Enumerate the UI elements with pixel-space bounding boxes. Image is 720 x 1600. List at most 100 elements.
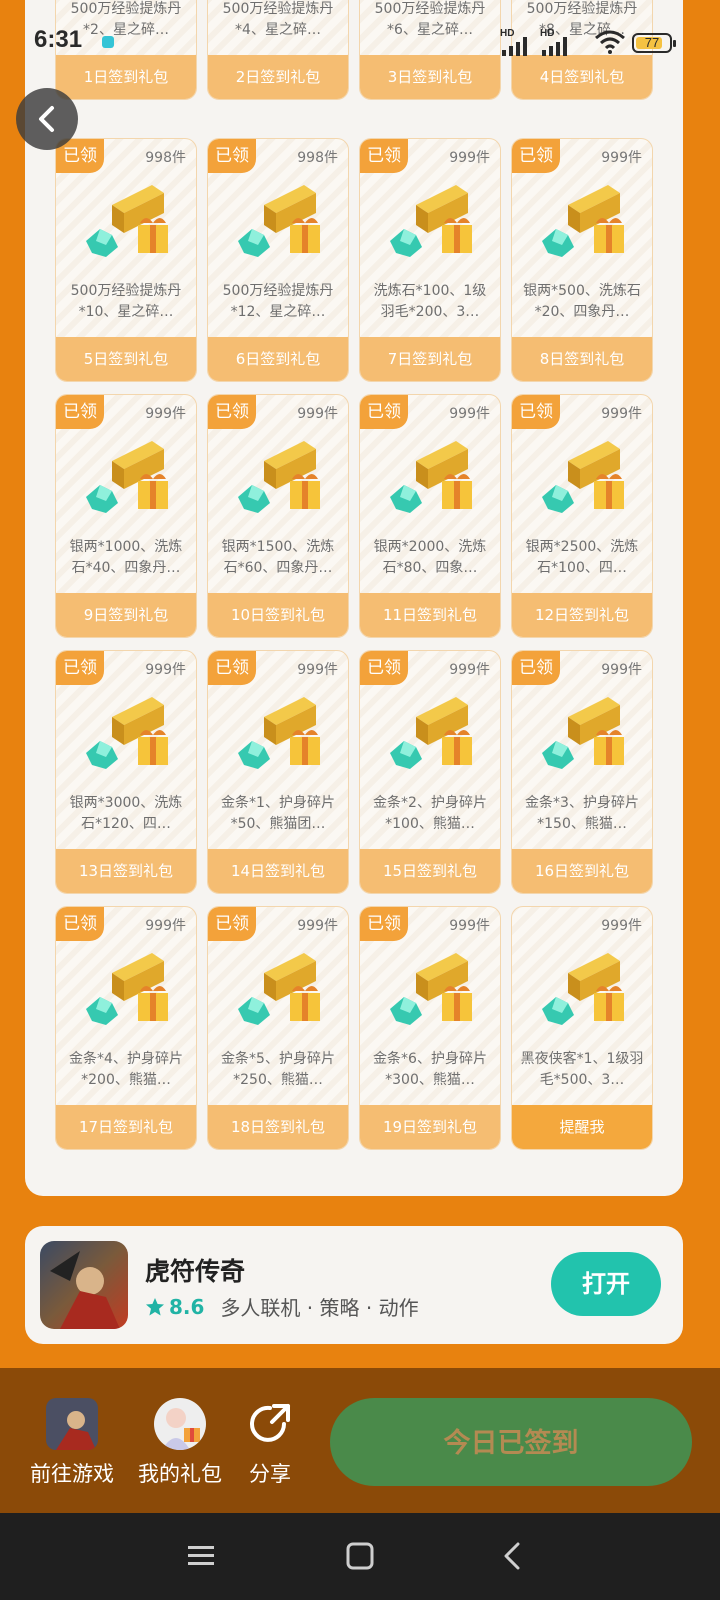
claimed-badge: 已领 xyxy=(360,139,408,173)
gift-description: 银两*500、洗炼石*20、四象丹… xyxy=(523,283,641,320)
stock-count: 999件 xyxy=(449,150,490,166)
gift-card-day-20[interactable]: 999件 黑夜侠客*1、1级羽毛*500、3… 提醒我 xyxy=(511,906,653,1150)
gift-art-icon xyxy=(78,951,178,1035)
stock-count: 998件 xyxy=(297,150,338,166)
share-icon xyxy=(244,1398,296,1450)
gift-art-icon xyxy=(78,695,178,779)
gift-description: 金条*6、护身碎片*300、熊猫… xyxy=(373,1051,487,1088)
gift-card-day-5[interactable]: 已领 998件 500万经验提炼丹*10、星之碎… 5日签到礼包 xyxy=(55,138,197,382)
game-info-card: 虎符传奇 8.6 多人联机 · 策略 · 动作 打开 xyxy=(25,1226,683,1344)
gift-description: 金条*2、护身碎片*100、熊猫… xyxy=(373,795,487,832)
bottom-action-bar: 前往游戏 我的礼包 分享 今日已签到 xyxy=(0,1368,720,1513)
stock-count: 999件 xyxy=(601,150,642,166)
gift-footer-label: 12日签到礼包 xyxy=(512,593,652,637)
gift-art-icon xyxy=(534,439,634,523)
gift-card-day-9[interactable]: 已领 999件 银两*1000、洗炼石*40、四象丹… 9日签到礼包 xyxy=(55,394,197,638)
stock-count: 999件 xyxy=(297,662,338,678)
gift-footer-label: 10日签到礼包 xyxy=(208,593,348,637)
gift-art-icon xyxy=(230,951,330,1035)
my-gifts-label: 我的礼包 xyxy=(138,1462,222,1486)
stock-count: 999件 xyxy=(601,406,642,422)
gift-art-icon xyxy=(230,439,330,523)
gift-card-day-6[interactable]: 已领 998件 500万经验提炼丹*12、星之碎… 6日签到礼包 xyxy=(207,138,349,382)
gift-description: 银两*2000、洗炼石*80、四象… xyxy=(373,539,487,576)
gift-card-day-16[interactable]: 已领 999件 金条*3、护身碎片*150、熊猫… 16日签到礼包 xyxy=(511,650,653,894)
gift-footer-label: 5日签到礼包 xyxy=(56,337,196,381)
home-icon[interactable] xyxy=(345,1541,375,1571)
gift-card-day-19[interactable]: 已领 999件 金条*6、护身碎片*300、熊猫… 19日签到礼包 xyxy=(359,906,501,1150)
gift-footer-label: 8日签到礼包 xyxy=(512,337,652,381)
gift-art-icon xyxy=(382,439,482,523)
claimed-badge: 已领 xyxy=(208,139,256,173)
menu-icon[interactable] xyxy=(186,1541,216,1571)
battery-level: 77 xyxy=(644,35,660,50)
gift-card-day-11[interactable]: 已领 999件 银两*2000、洗炼石*80、四象… 11日签到礼包 xyxy=(359,394,501,638)
gift-description: 金条*5、护身碎片*250、熊猫… xyxy=(221,1051,335,1088)
gift-card-day-10[interactable]: 已领 999件 银两*1500、洗炼石*60、四象丹… 10日签到礼包 xyxy=(207,394,349,638)
stock-count: 998件 xyxy=(145,150,186,166)
my-gifts-button[interactable]: 我的礼包 xyxy=(136,1398,224,1488)
game-thumb-icon xyxy=(46,1398,98,1450)
stock-count: 999件 xyxy=(297,918,338,934)
game-tags: 多人联机 · 策略 · 动作 xyxy=(220,1296,419,1320)
system-nav-bar xyxy=(0,1513,720,1600)
claimed-badge: 已领 xyxy=(512,395,560,429)
gift-footer-label: 6日签到礼包 xyxy=(208,337,348,381)
claimed-badge: 已领 xyxy=(512,651,560,685)
gift-description: 金条*1、护身碎片*50、熊猫团… xyxy=(221,795,335,832)
gift-card-day-18[interactable]: 已领 999件 金条*5、护身碎片*250、熊猫… 18日签到礼包 xyxy=(207,906,349,1150)
game-icon[interactable] xyxy=(40,1241,128,1329)
gift-card-day-7[interactable]: 已领 999件 洗炼石*100、1级羽毛*200、3… 7日签到礼包 xyxy=(359,138,501,382)
gift-art-icon xyxy=(534,951,634,1035)
gift-description: 银两*1500、洗炼石*60、四象丹… xyxy=(221,539,335,576)
stock-count: 999件 xyxy=(145,918,186,934)
gift-art-icon xyxy=(78,183,178,267)
gift-card-day-13[interactable]: 已领 999件 银两*3000、洗炼石*120、四… 13日签到礼包 xyxy=(55,650,197,894)
gift-description: 银两*1000、洗炼石*40、四象丹… xyxy=(69,539,183,576)
gift-footer-label: 13日签到礼包 xyxy=(56,849,196,893)
gift-footer-label: 17日签到礼包 xyxy=(56,1105,196,1149)
claimed-badge: 已领 xyxy=(208,395,256,429)
game-title: 虎符传奇 xyxy=(145,1257,246,1286)
gift-description: 500万经验提炼丹*10、星之碎… xyxy=(70,283,182,320)
share-button[interactable]: 分享 xyxy=(242,1398,298,1488)
back-nav-icon[interactable] xyxy=(500,1541,524,1571)
network-type: HD xyxy=(540,28,555,39)
gift-footer-label: 16日签到礼包 xyxy=(512,849,652,893)
stock-count: 999件 xyxy=(297,406,338,422)
gift-description: 黑夜侠客*1、1级羽毛*500、3… xyxy=(520,1051,644,1088)
gift-card-day-8[interactable]: 已领 999件 银两*500、洗炼石*20、四象丹… 8日签到礼包 xyxy=(511,138,653,382)
avatar-gift-icon xyxy=(154,1398,206,1450)
gift-description: 洗炼石*100、1级羽毛*200、3… xyxy=(373,283,487,320)
gift-card-day-14[interactable]: 已领 999件 金条*1、护身碎片*50、熊猫团… 14日签到礼包 xyxy=(207,650,349,894)
claimed-badge: 已领 xyxy=(360,907,408,941)
back-button[interactable] xyxy=(16,88,78,150)
gift-footer-label: 11日签到礼包 xyxy=(360,593,500,637)
game-rating: 8.6 多人联机 · 策略 · 动作 xyxy=(145,1292,419,1321)
signed-in-today-button[interactable]: 今日已签到 xyxy=(330,1398,692,1486)
claimed-badge: 已领 xyxy=(56,651,104,685)
go-to-game-button[interactable]: 前往游戏 xyxy=(28,1398,116,1488)
gift-footer-label: 19日签到礼包 xyxy=(360,1105,500,1149)
gift-card-day-12[interactable]: 已领 999件 银两*2500、洗炼石*100、四… 12日签到礼包 xyxy=(511,394,653,638)
gift-description: 500万经验提炼丹*12、星之碎… xyxy=(222,283,334,320)
remind-me-button[interactable]: 提醒我 xyxy=(512,1105,652,1149)
wifi-icon xyxy=(595,30,625,54)
battery-icon: 77 xyxy=(632,33,676,53)
gift-footer-label: 7日签到礼包 xyxy=(360,337,500,381)
gift-art-icon xyxy=(78,439,178,523)
gift-description: 银两*2500、洗炼石*100、四… xyxy=(525,539,639,576)
open-game-button[interactable]: 打开 xyxy=(551,1252,661,1316)
gift-art-icon xyxy=(382,695,482,779)
gift-art-icon xyxy=(382,951,482,1035)
gift-card-day-17[interactable]: 已领 999件 金条*4、护身碎片*200、熊猫… 17日签到礼包 xyxy=(55,906,197,1150)
stock-count: 999件 xyxy=(449,662,490,678)
status-bar: 6:31 HD HD 77 xyxy=(0,0,720,80)
claimed-badge: 已领 xyxy=(208,907,256,941)
claimed-badge: 已领 xyxy=(56,395,104,429)
signal-icon: HD xyxy=(540,28,576,56)
rating-score: 8.6 xyxy=(169,1294,205,1319)
star-icon xyxy=(146,1297,164,1315)
stock-count: 999件 xyxy=(145,662,186,678)
gift-card-day-15[interactable]: 已领 999件 金条*2、护身碎片*100、熊猫… 15日签到礼包 xyxy=(359,650,501,894)
